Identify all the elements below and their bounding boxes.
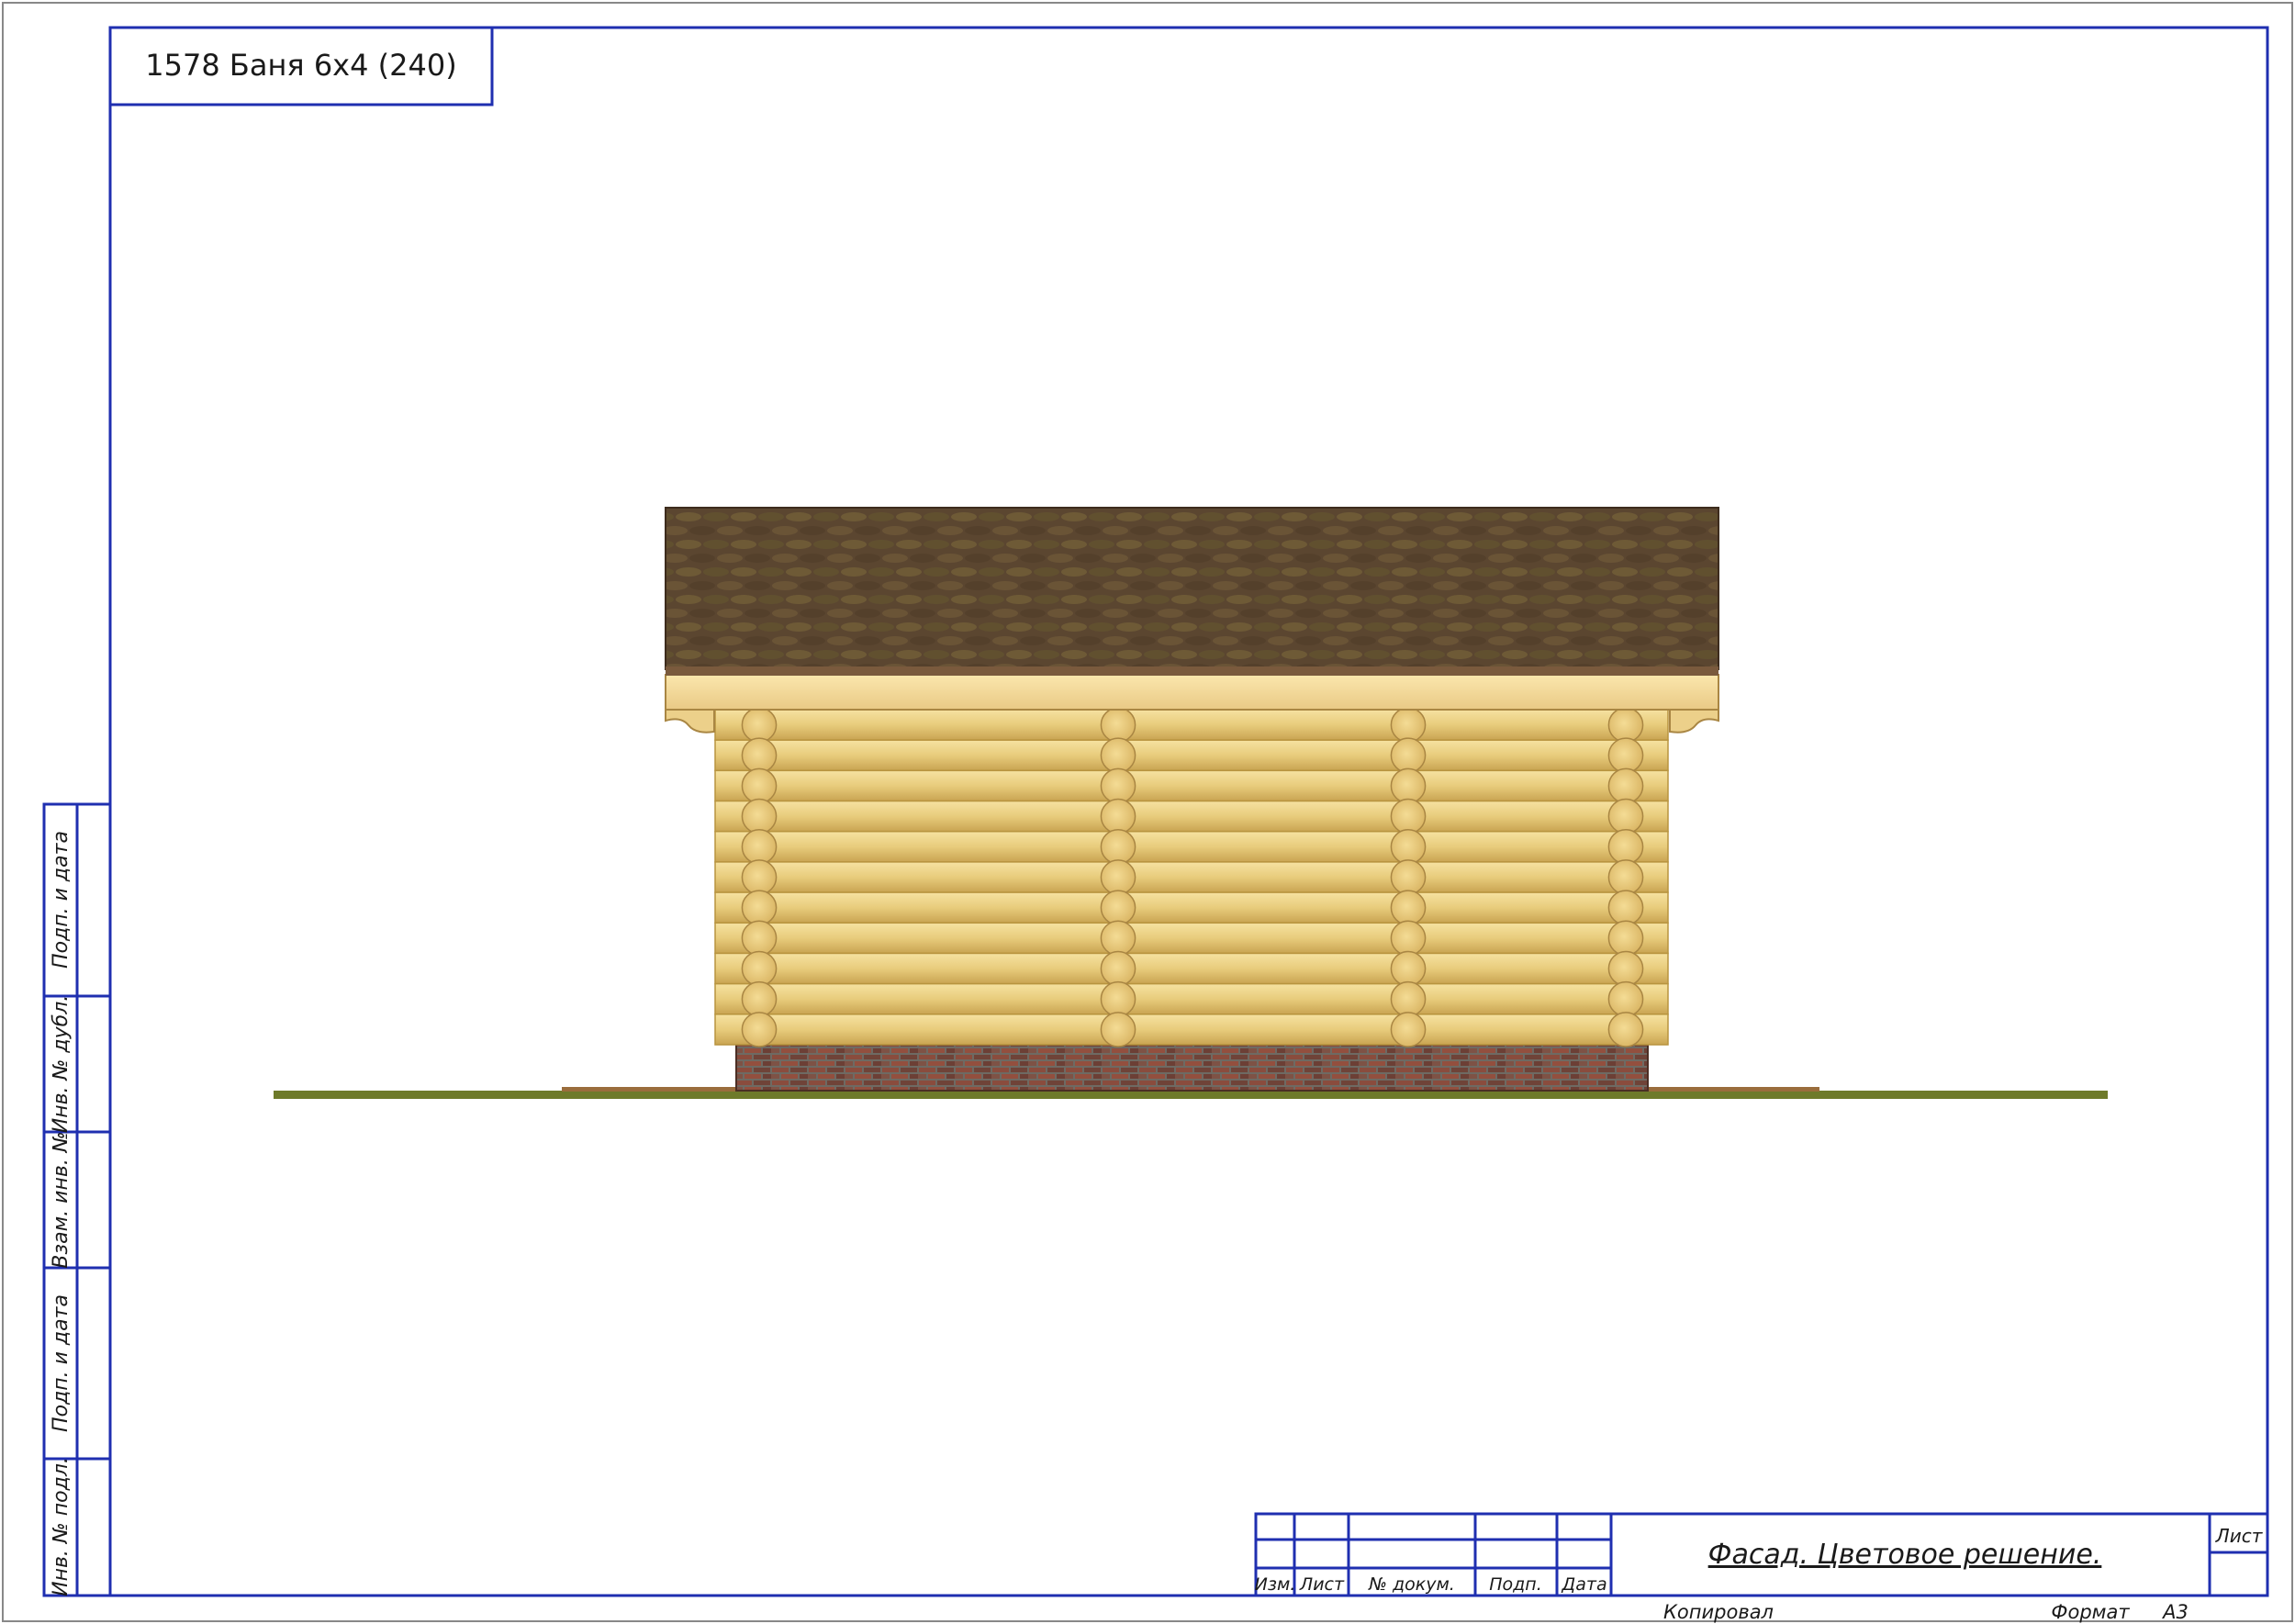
log-end: [1100, 798, 1136, 834]
log-end: [1390, 798, 1427, 834]
stamp-col-doc: № докум.: [1368, 1574, 1455, 1595]
log-end: [1390, 828, 1427, 865]
log-end: [1390, 980, 1427, 1017]
side-stamp-label: Взам. инв. №: [50, 1131, 73, 1268]
log-end: [741, 980, 778, 1017]
log-row: [714, 800, 1669, 833]
copied-label: Копировал: [1663, 1601, 1774, 1623]
log-end: [1607, 828, 1644, 865]
format-label: Формат: [2051, 1601, 2130, 1623]
log-row: [714, 769, 1669, 802]
sheet-label: Лист: [2215, 1525, 2264, 1547]
log-end: [1607, 1012, 1644, 1047]
log-row: [714, 952, 1669, 985]
log-end: [1607, 920, 1644, 957]
log-row: [714, 922, 1669, 955]
log-end: [741, 890, 778, 926]
drawing-sheet: 1578 Баня 6х4 (240) Подп. и дата Инв. № …: [2, 2, 2293, 1623]
log-end: [741, 767, 778, 804]
log-end: [1100, 707, 1136, 743]
log-end: [741, 798, 778, 834]
log-end: [741, 828, 778, 865]
log-end: [1607, 798, 1644, 834]
stamp-col-sheet: Лист: [1299, 1574, 1345, 1595]
log-end: [1607, 707, 1644, 743]
brick-plinth: [735, 1044, 1649, 1092]
eave-bracket-right: [1669, 709, 1719, 734]
log-end: [741, 920, 778, 957]
side-stamp-label: Подп. и дата: [50, 1294, 73, 1432]
log-end: [1390, 890, 1427, 926]
log-row: [714, 861, 1669, 893]
format-value: А3: [2161, 1601, 2189, 1623]
log-row: [714, 982, 1669, 1015]
log-end: [741, 707, 778, 743]
log-end: [1607, 980, 1644, 1017]
log-end: [1100, 767, 1136, 804]
log-end: [1100, 950, 1136, 987]
log-wall: [714, 709, 1669, 1046]
log-end: [1607, 737, 1644, 774]
stamp-column-headers: Изм. Лист № докум. Подп. Дата: [1255, 1574, 1607, 1595]
log-end: [1390, 767, 1427, 804]
eave-bracket-left: [665, 709, 715, 734]
log-end: [1100, 737, 1136, 774]
log-row: [714, 830, 1669, 863]
side-stamp-label: Инв. № подл.: [50, 1457, 73, 1596]
log-end: [1100, 980, 1136, 1017]
log-end: [741, 1012, 778, 1047]
log-end: [1390, 707, 1427, 743]
log-end: [1607, 767, 1644, 804]
side-stamp-labels: Подп. и дата Инв. № дубл. Взам. инв. № П…: [50, 831, 73, 1596]
log-end: [1390, 920, 1427, 957]
roof-edge: [666, 666, 1718, 676]
stamp-col-sign: Подп.: [1489, 1574, 1542, 1595]
log-end: [1100, 828, 1136, 865]
log-row: [714, 891, 1669, 924]
log-end: [1390, 859, 1427, 895]
log-end: [1390, 950, 1427, 987]
log-end: [1100, 920, 1136, 957]
ground-line: [274, 1091, 2108, 1099]
log-end: [1607, 950, 1644, 987]
log-end: [1100, 890, 1136, 926]
side-stamp-label: Подп. и дата: [50, 831, 73, 969]
log-end: [1607, 859, 1644, 895]
log-end: [1390, 1012, 1427, 1047]
stamp-col-change: Изм.: [1255, 1574, 1296, 1595]
log-end: [1100, 1012, 1136, 1047]
drawing-title: Фасад. Цветовое решение.: [1708, 1539, 2102, 1571]
project-title-box: 1578 Баня 6х4 (240): [108, 26, 494, 106]
log-row: [714, 709, 1669, 741]
project-title: 1578 Баня 6х4 (240): [145, 48, 456, 83]
log-row: [714, 739, 1669, 772]
log-end: [741, 950, 778, 987]
log-end: [1607, 890, 1644, 926]
side-stamp-label: Инв. № дубл.: [50, 995, 73, 1134]
log-end: [1390, 737, 1427, 774]
fascia-board: [665, 674, 1719, 711]
log-row: [714, 1014, 1669, 1046]
log-end: [741, 737, 778, 774]
facade-drawing: [274, 507, 2108, 1099]
log-end: [741, 859, 778, 895]
shingle-roof: [665, 507, 1719, 670]
stamp-col-date: Дата: [1561, 1574, 1606, 1595]
log-end: [1100, 859, 1136, 895]
